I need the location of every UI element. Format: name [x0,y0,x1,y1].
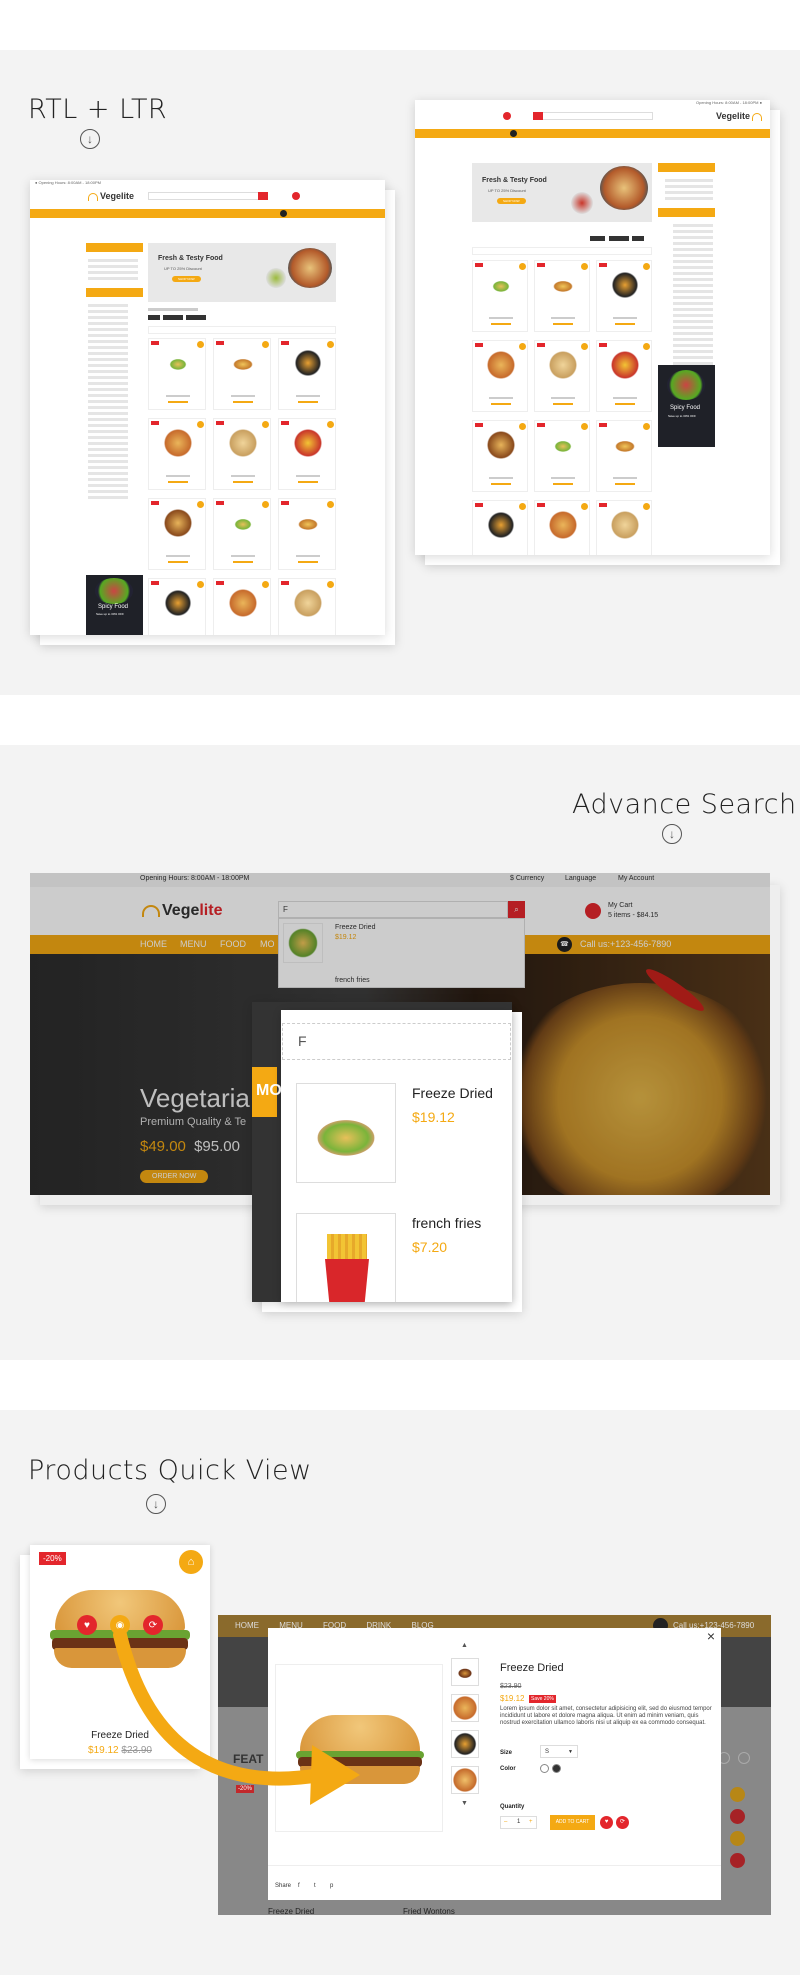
arrow-icon [113,1628,360,1805]
